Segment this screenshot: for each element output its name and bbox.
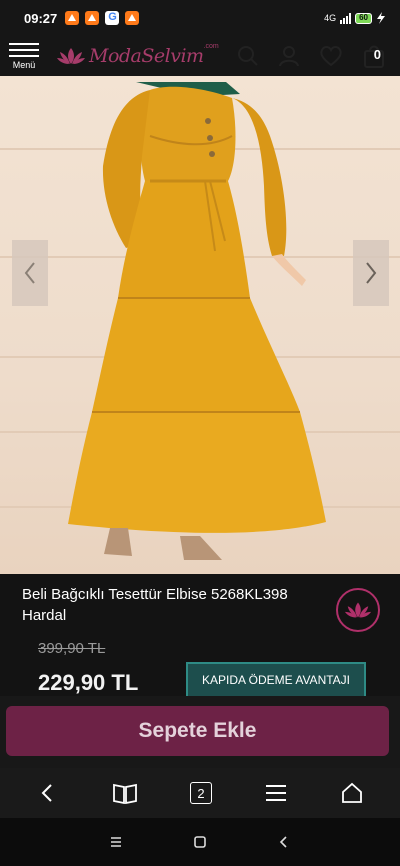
brand-badge[interactable] bbox=[336, 588, 380, 632]
cart-bar: Sepete Ekle bbox=[0, 696, 400, 768]
carousel-prev-button[interactable] bbox=[12, 240, 48, 306]
network-label: 4G bbox=[324, 13, 337, 23]
notification-icon bbox=[65, 11, 80, 25]
home-icon[interactable] bbox=[193, 835, 207, 849]
status-indicators: 4G 60 bbox=[324, 12, 386, 24]
signal-icon bbox=[340, 12, 352, 24]
heart-icon[interactable] bbox=[319, 45, 343, 67]
bookmarks-icon[interactable] bbox=[112, 782, 138, 804]
system-navigation-bar bbox=[0, 818, 400, 866]
battery-icon: 60 bbox=[355, 12, 372, 24]
old-price: 399,90 TL bbox=[38, 640, 106, 657]
product-image[interactable] bbox=[0, 76, 400, 574]
product-photo bbox=[68, 82, 326, 560]
back-icon[interactable] bbox=[277, 835, 291, 849]
notification-icon bbox=[125, 11, 140, 25]
recents-icon[interactable] bbox=[109, 835, 123, 849]
cash-on-delivery-button[interactable]: KAPIDA ÖDEME AVANTAJI bbox=[186, 662, 366, 698]
menu-label: Menü bbox=[12, 59, 36, 70]
site-header: Menü ModaSelvim .com 0 bbox=[0, 36, 400, 76]
add-to-cart-button[interactable]: Sepete Ekle bbox=[6, 706, 389, 756]
google-icon bbox=[105, 11, 120, 25]
lotus-logo-icon bbox=[57, 48, 85, 64]
logo-text: ModaSelvim bbox=[89, 45, 204, 67]
menu-button[interactable]: Menü bbox=[0, 42, 48, 70]
chevron-right-icon bbox=[366, 262, 377, 284]
site-logo[interactable]: ModaSelvim .com bbox=[56, 43, 219, 67]
notification-icon bbox=[85, 11, 100, 25]
back-icon[interactable] bbox=[36, 781, 60, 805]
menu-icon[interactable] bbox=[264, 783, 288, 803]
status-time: 09:27 bbox=[24, 10, 58, 26]
home-icon[interactable] bbox=[340, 781, 364, 805]
browser-toolbar: 2 bbox=[0, 768, 400, 818]
logo-suffix: .com bbox=[203, 43, 219, 50]
product-title: Beli Bağcıklı Tesettür Elbise 5268KL398 … bbox=[22, 586, 288, 624]
product-info: Beli Bağcıklı Tesettür Elbise 5268KL398 … bbox=[0, 574, 400, 698]
price: 229,90 TL bbox=[38, 670, 139, 695]
chevron-left-icon bbox=[24, 262, 35, 284]
tabs-button[interactable]: 2 bbox=[190, 782, 212, 804]
cart-count: 0 bbox=[373, 47, 381, 62]
lotus-logo-icon bbox=[344, 602, 372, 618]
charging-icon bbox=[377, 12, 385, 24]
search-icon[interactable] bbox=[237, 45, 259, 67]
carousel-next-button[interactable] bbox=[353, 240, 389, 306]
status-bar: 09:27 4G 60 bbox=[0, 0, 400, 36]
user-icon[interactable] bbox=[278, 45, 300, 67]
menu-icon bbox=[9, 42, 39, 57]
